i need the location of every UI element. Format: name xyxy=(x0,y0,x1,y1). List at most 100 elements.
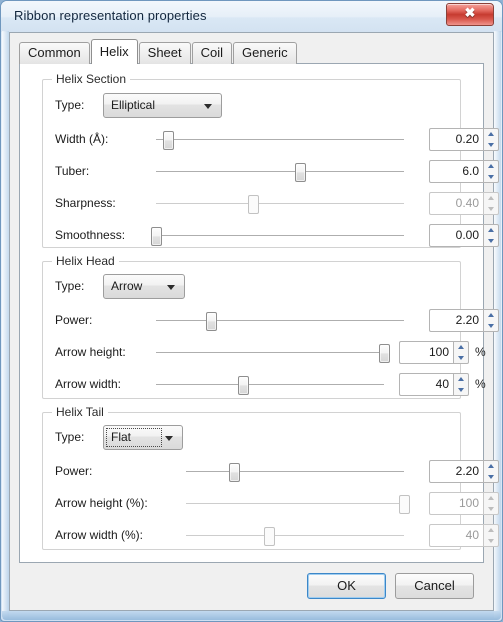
label-head-arrow-width: Arrow width: xyxy=(55,377,122,391)
slider-handle[interactable] xyxy=(151,227,162,246)
label-section-smoothness: Smoothness: xyxy=(55,228,126,242)
combo-tail-type[interactable]: Flat xyxy=(103,425,183,450)
spinbox-buttons xyxy=(483,460,499,483)
slider-head-arrow-height[interactable] xyxy=(156,341,390,365)
group-title-helix-section: Helix Section xyxy=(52,72,131,86)
spinbox-down-icon[interactable] xyxy=(484,321,498,332)
slider-head-power[interactable] xyxy=(156,309,404,333)
slider-track xyxy=(186,535,404,536)
spinbox-up-icon[interactable] xyxy=(484,129,498,140)
group-title-helix-tail: Helix Tail xyxy=(52,405,108,419)
label-tail-type: Type: xyxy=(55,430,85,444)
spinbox-down-icon[interactable] xyxy=(484,140,498,151)
tab-label: Generic xyxy=(242,45,288,60)
tab-common[interactable]: Common xyxy=(19,42,90,64)
spinbox-down-icon xyxy=(484,536,498,547)
spinbox-section-width-value[interactable]: 0.20 xyxy=(429,128,483,151)
spinbox-section-width[interactable]: 0.20 xyxy=(429,128,499,151)
row-section-type: Type: Elliptical xyxy=(43,93,460,118)
tab-coil[interactable]: Coil xyxy=(191,42,233,64)
spinbox-head-arrow-height[interactable]: 100 xyxy=(399,341,469,364)
spinbox-up-icon[interactable] xyxy=(484,161,498,172)
tab-bar: Common Helix Sheet Coil Generic xyxy=(19,39,298,64)
spinbox-down-icon[interactable] xyxy=(454,353,468,364)
close-icon: ✖ xyxy=(464,5,476,20)
slider-handle[interactable] xyxy=(399,495,410,514)
tab-label: Common xyxy=(28,45,81,60)
cancel-button[interactable]: Cancel xyxy=(395,573,474,599)
tab-panel-helix: Helix Section Type: Elliptical Width (Å)… xyxy=(19,63,499,563)
spinbox-up-icon[interactable] xyxy=(454,374,468,385)
tab-helix[interactable]: Helix xyxy=(90,39,138,64)
spinbox-head-power[interactable]: 2.20 xyxy=(429,309,499,332)
spinbox-buttons xyxy=(483,492,499,515)
spinbox-head-arrow-width[interactable]: 40 xyxy=(399,373,469,396)
spinbox-tail-arrow-width: 40 xyxy=(429,524,499,547)
label-section-type: Type: xyxy=(55,98,85,112)
slider-tail-arrow-width[interactable] xyxy=(186,524,404,548)
slider-handle[interactable] xyxy=(163,131,175,150)
spinbox-tail-power[interactable]: 2.20 xyxy=(429,460,499,483)
slider-handle[interactable] xyxy=(237,376,249,395)
spinbox-section-smoothness-value[interactable]: 0.00 xyxy=(429,224,483,247)
spinbox-section-tuber[interactable]: 6.0 xyxy=(429,160,499,183)
slider-section-smoothness[interactable] xyxy=(151,224,404,248)
slider-handle[interactable] xyxy=(294,163,306,182)
slider-handle[interactable] xyxy=(247,195,259,214)
ok-button[interactable]: OK xyxy=(307,573,386,599)
spinbox-buttons xyxy=(453,373,469,396)
slider-section-sharpness[interactable] xyxy=(156,192,404,216)
label-head-arrow-height: Arrow height: xyxy=(55,345,126,359)
slider-track xyxy=(156,320,404,321)
slider-section-tuber[interactable] xyxy=(156,160,404,184)
slider-track xyxy=(156,171,404,172)
spinbox-up-icon[interactable] xyxy=(454,342,468,353)
unit-head-arrow-width: % xyxy=(475,377,486,391)
chevron-down-icon xyxy=(165,436,173,441)
spinbox-buttons xyxy=(483,309,499,332)
slider-handle[interactable] xyxy=(228,463,240,482)
window-edge-left xyxy=(2,31,9,618)
spinbox-tail-arrow-width-value: 40 xyxy=(429,524,483,547)
slider-handle[interactable] xyxy=(205,312,217,331)
spinbox-up-icon[interactable] xyxy=(484,310,498,321)
slider-tail-power[interactable] xyxy=(186,460,404,484)
slider-track xyxy=(156,384,384,385)
spinbox-up-icon[interactable] xyxy=(484,461,498,472)
spinbox-head-arrow-height-value[interactable]: 100 xyxy=(399,341,453,364)
slider-handle[interactable] xyxy=(379,344,390,363)
tab-label: Helix xyxy=(99,44,129,59)
spinbox-head-arrow-width-value[interactable]: 40 xyxy=(399,373,453,396)
spinbox-section-tuber-value[interactable]: 6.0 xyxy=(429,160,483,183)
label-section-sharpness: Sharpness: xyxy=(55,196,116,210)
spinbox-buttons xyxy=(483,224,499,247)
spinbox-buttons xyxy=(483,128,499,151)
spinbox-tail-power-value[interactable]: 2.20 xyxy=(429,460,483,483)
slider-handle[interactable] xyxy=(263,527,275,546)
spinbox-down-icon[interactable] xyxy=(484,172,498,183)
slider-section-width[interactable] xyxy=(156,128,404,152)
spinbox-down-icon[interactable] xyxy=(454,385,468,396)
slider-tail-arrow-height[interactable] xyxy=(186,492,410,516)
spinbox-section-sharpness-value: 0.40 xyxy=(429,192,483,215)
spinbox-down-icon[interactable] xyxy=(484,472,498,483)
spinbox-down-icon[interactable] xyxy=(484,236,498,247)
spinbox-down-icon xyxy=(484,204,498,215)
close-button[interactable]: ✖ xyxy=(446,3,494,26)
label-head-power: Power: xyxy=(55,313,93,327)
tab-sheet[interactable]: Sheet xyxy=(138,42,191,64)
spinbox-head-power-value[interactable]: 2.20 xyxy=(429,309,483,332)
unit-head-arrow-height: % xyxy=(475,345,486,359)
spinbox-up-icon[interactable] xyxy=(484,225,498,236)
slider-head-arrow-width[interactable] xyxy=(156,373,384,397)
combo-head-type-value: Arrow xyxy=(111,279,143,293)
window-title: Ribbon representation properties xyxy=(14,8,207,23)
title-bar: Ribbon representation properties ✖ xyxy=(1,1,502,32)
label-tail-arrow-height: Arrow height (%): xyxy=(55,496,148,510)
combo-section-type[interactable]: Elliptical xyxy=(103,93,222,118)
spinbox-section-smoothness[interactable]: 0.00 xyxy=(429,224,499,247)
dialog-client-area: Common Helix Sheet Coil Generic Helix Se… xyxy=(9,32,499,611)
tab-generic[interactable]: Generic xyxy=(233,42,297,64)
combo-head-type[interactable]: Arrow xyxy=(103,274,185,299)
slider-track xyxy=(156,352,384,353)
